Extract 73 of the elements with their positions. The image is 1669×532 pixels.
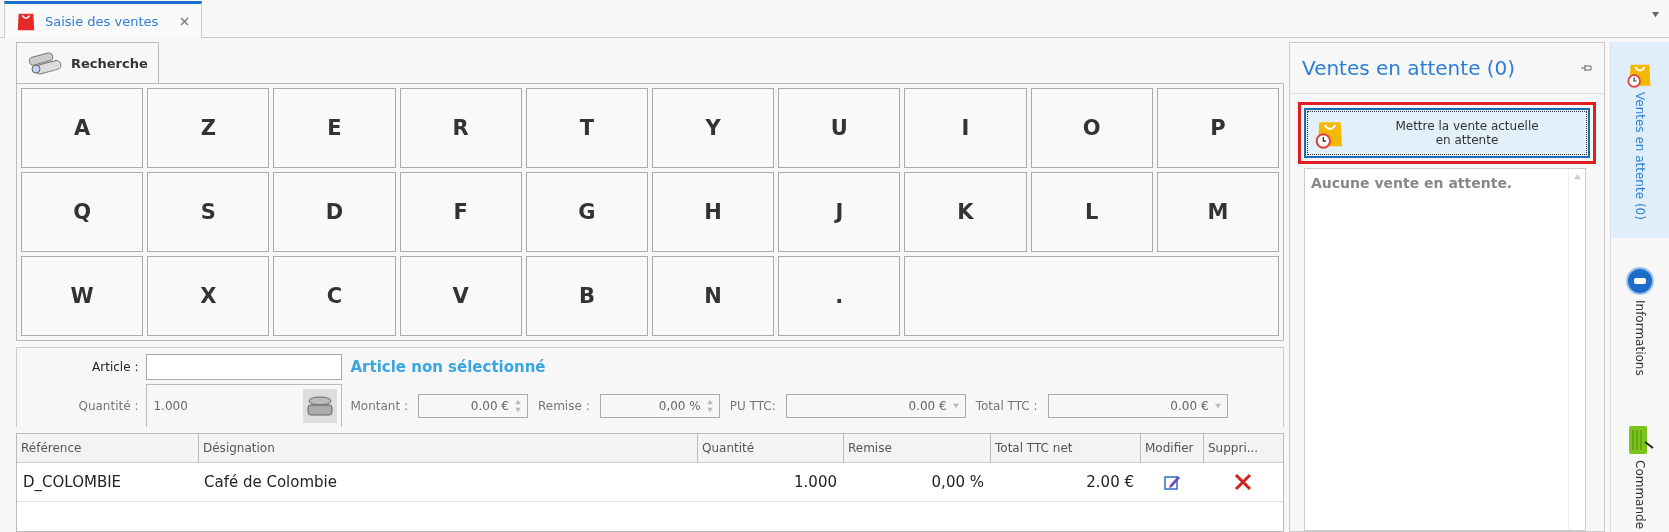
document-tab-title: Saisie des ventes <box>45 13 159 29</box>
letter-key[interactable]: D <box>273 172 396 252</box>
field-label: PU TTC: <box>729 398 776 413</box>
spin-down-icon[interactable] <box>706 406 713 413</box>
letter-key[interactable]: I <box>904 88 1027 168</box>
blank-key[interactable] <box>904 256 1279 336</box>
quantity-field[interactable]: 1.000 <box>146 384 343 427</box>
letter-key[interactable]: . <box>778 256 901 336</box>
letter-key[interactable]: H <box>652 172 775 252</box>
letter-key[interactable]: U <box>778 88 901 168</box>
article-label: Article : <box>91 360 139 374</box>
letter-key[interactable]: J <box>778 172 901 252</box>
spin-down-icon[interactable] <box>515 406 521 413</box>
column-header[interactable]: Référence <box>17 434 198 463</box>
dropdown-field[interactable]: 0.00 € <box>785 393 966 418</box>
letter-key[interactable]: N <box>652 256 775 336</box>
letter-key[interactable]: Y <box>652 88 775 168</box>
empty-message: Aucune vente en attente. <box>1310 174 1514 193</box>
caret-icon[interactable] <box>1652 11 1659 18</box>
letter-key[interactable]: S <box>147 172 270 252</box>
pin-icon[interactable] <box>1580 63 1592 73</box>
field-label: Remise : <box>538 398 590 413</box>
close-icon[interactable] <box>180 17 190 26</box>
field-label: Montant : <box>350 398 408 413</box>
table-cell: D_COLOMBIE <box>17 463 198 502</box>
letter-key[interactable]: M <box>1156 172 1279 252</box>
table-cell: 0,00 % <box>843 463 990 502</box>
letter-key[interactable]: Z <box>147 88 270 168</box>
column-header[interactable]: Désignation <box>198 434 697 463</box>
spin-field[interactable]: 0.00 € <box>418 393 528 418</box>
dropdown-field[interactable]: 0.00 € <box>1047 393 1228 418</box>
edit-icon[interactable] <box>1162 473 1181 491</box>
delete-icon[interactable] <box>1234 473 1252 491</box>
letter-key[interactable]: C <box>273 256 396 336</box>
letter-key[interactable]: X <box>147 256 270 336</box>
letter-key[interactable]: E <box>273 88 396 168</box>
letter-key[interactable]: P <box>1156 88 1279 168</box>
column-header[interactable]: Quantité <box>697 434 843 463</box>
letter-key[interactable]: F <box>399 172 522 252</box>
letter-key[interactable]: O <box>1030 88 1153 168</box>
column-header[interactable]: Suppri... <box>1203 434 1283 463</box>
letter-key[interactable]: A <box>21 88 144 168</box>
table-cell: Café de Colombie <box>198 463 697 502</box>
article-input-field[interactable] <box>146 354 343 380</box>
column-header[interactable]: Modifier <box>1140 434 1203 463</box>
side-tab[interactable]: Commande <box>1611 403 1669 532</box>
spin-up-icon[interactable] <box>706 398 713 405</box>
side-tab[interactable]: Informations <box>1611 247 1669 394</box>
table-cell: 1.000 <box>697 463 843 502</box>
letter-key[interactable]: V <box>399 256 522 336</box>
hold-sale-button[interactable]: Mettre la vente actuelle en attente <box>1304 108 1590 158</box>
quantity-label: Quantité : <box>77 398 139 413</box>
document-tab[interactable]: Saisie des ventes <box>4 1 203 38</box>
table-cell: 2.00 € <box>990 463 1140 502</box>
spin-field[interactable]: 0,00 % <box>599 393 720 418</box>
letter-key[interactable]: G <box>525 172 648 252</box>
column-header[interactable]: Total TTC net <box>990 434 1140 463</box>
letter-key[interactable]: B <box>525 256 648 336</box>
letter-key[interactable]: W <box>21 256 144 336</box>
letter-key[interactable]: L <box>1030 172 1153 252</box>
search-tab-label: Recherche <box>71 55 148 71</box>
letter-key[interactable]: R <box>399 88 522 168</box>
scroll-up-icon[interactable] <box>1573 173 1581 180</box>
column-header[interactable]: Remise <box>843 434 990 463</box>
panel-title: Ventes en attente (0) <box>1302 56 1516 80</box>
letter-key[interactable]: Q <box>21 172 144 252</box>
search-tab[interactable]: Recherche <box>16 42 159 83</box>
letter-key[interactable]: K <box>904 172 1027 252</box>
side-tab[interactable]: Ventes en attente (0) <box>1611 42 1669 238</box>
article-status-text: Article non sélectionné <box>350 358 547 376</box>
field-label: Total TTC : <box>975 398 1038 413</box>
spin-up-icon[interactable] <box>515 398 521 405</box>
letter-key[interactable]: T <box>525 88 648 168</box>
